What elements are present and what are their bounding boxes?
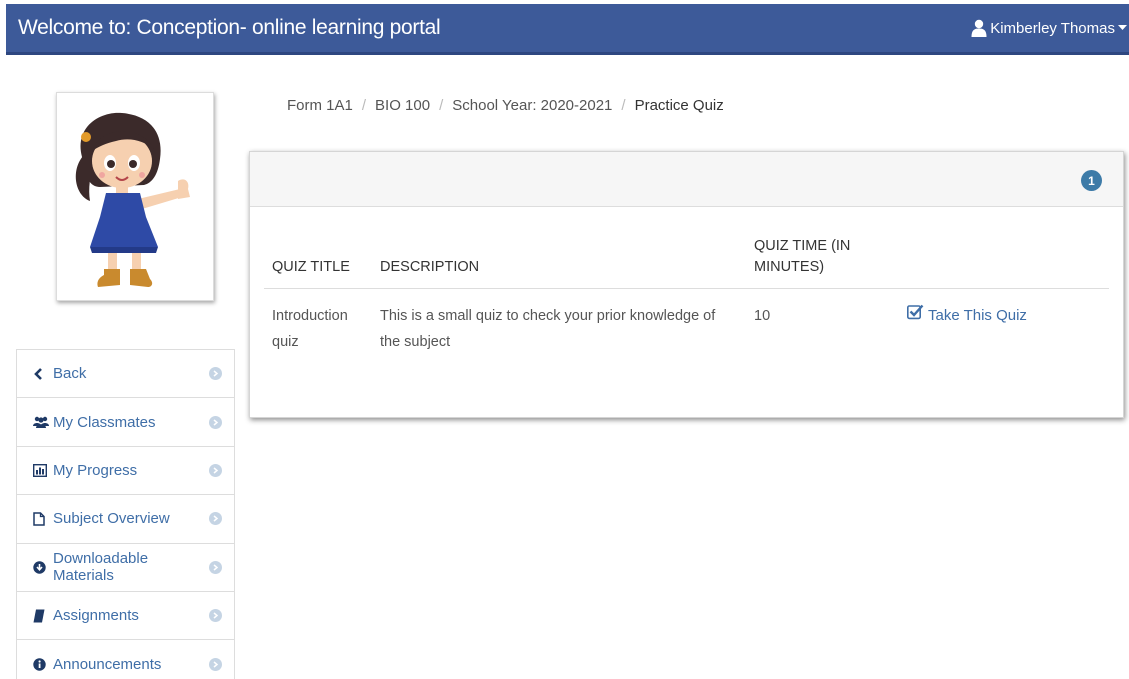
top-navbar: Welcome to: Conception- online learning … xyxy=(6,4,1129,55)
student-avatar-illustration xyxy=(75,112,190,287)
take-quiz-label: Take This Quiz xyxy=(928,307,1027,324)
table-row: Introduction quiz This is a small quiz t… xyxy=(264,289,1109,356)
take-quiz-link[interactable]: Take This Quiz xyxy=(907,303,1027,329)
breadcrumb: Form 1A1 / BIO 100 / School Year: 2020-2… xyxy=(287,97,724,114)
sidebar-item-label: Assignments xyxy=(53,607,139,625)
quiz-count-badge: 1 xyxy=(1081,170,1102,191)
user-icon xyxy=(971,19,987,37)
sidebar-nav: Back My Classmates My Progress Subject O… xyxy=(16,349,235,679)
chevron-left-icon xyxy=(33,367,53,380)
avatar xyxy=(56,92,214,301)
sidebar-item-label: My Progress xyxy=(53,461,138,479)
breadcrumb-item-form[interactable]: Form 1A1 xyxy=(287,97,353,114)
sidebar-item-subject-overview[interactable]: Subject Overview xyxy=(17,495,234,544)
info-icon xyxy=(33,657,53,671)
sidebar-item-my-progress[interactable]: My Progress xyxy=(17,447,234,496)
quiz-panel: 1 QUIZ TITLE DESCRIPTION QUIZ TIME (IN M… xyxy=(249,151,1124,418)
bar-chart-icon xyxy=(33,463,53,477)
circle-arrow-right-icon xyxy=(209,415,222,429)
quiz-action-cell: Take This Quiz xyxy=(899,289,1109,356)
column-header-action xyxy=(899,236,1109,289)
sidebar-item-label: Downloadable Materials xyxy=(53,550,149,585)
circle-arrow-right-icon xyxy=(209,463,222,477)
user-name: Kimberley Thomas xyxy=(990,19,1115,37)
users-icon xyxy=(33,416,53,429)
sidebar-item-label: My Classmates xyxy=(53,413,156,431)
circle-arrow-right-icon xyxy=(209,657,222,671)
sidebar-item-my-classmates[interactable]: My Classmates xyxy=(17,398,234,447)
sidebar-item-back[interactable]: Back xyxy=(17,350,234,399)
circle-arrow-right-icon xyxy=(209,367,222,381)
panel-header: 1 xyxy=(250,152,1123,207)
circle-arrow-right-icon xyxy=(209,512,222,526)
sidebar-item-assignments[interactable]: Assignments xyxy=(17,592,234,641)
download-icon xyxy=(33,561,53,574)
sidebar-item-downloadable-materials[interactable]: Downloadable Materials xyxy=(17,544,234,592)
caret-down-icon xyxy=(1118,25,1127,31)
sidebar-item-label: Back xyxy=(53,365,87,383)
sidebar-item-announcements[interactable]: Announcements xyxy=(17,640,234,679)
column-header-quiz-time: QUIZ TIME (IN MINUTES) xyxy=(746,236,899,289)
quiz-time-cell: 10 xyxy=(754,308,771,324)
breadcrumb-item-school-year[interactable]: School Year: 2020-2021 xyxy=(452,97,612,114)
check-square-icon xyxy=(907,303,924,329)
sidebar-item-label: Subject Overview xyxy=(53,510,170,528)
breadcrumb-separator: / xyxy=(439,97,444,114)
file-icon xyxy=(33,512,53,526)
circle-arrow-right-icon xyxy=(209,560,222,574)
column-header-quiz-title: QUIZ TITLE xyxy=(264,236,372,289)
circle-arrow-right-icon xyxy=(209,609,222,623)
sidebar-item-label: Announcements xyxy=(53,655,162,673)
breadcrumb-item-course[interactable]: BIO 100 xyxy=(375,97,430,114)
quiz-table: QUIZ TITLE DESCRIPTION QUIZ TIME (IN MIN… xyxy=(264,236,1109,355)
table-header-row: QUIZ TITLE DESCRIPTION QUIZ TIME (IN MIN… xyxy=(264,236,1109,289)
book-icon xyxy=(33,609,53,623)
quiz-description-cell: This is a small quiz to check your prior… xyxy=(380,308,716,350)
breadcrumb-separator: / xyxy=(361,97,367,114)
user-menu[interactable]: Kimberley Thomas xyxy=(971,19,1129,37)
column-header-description: DESCRIPTION xyxy=(372,236,746,289)
portal-title: Welcome to: Conception- online learning … xyxy=(18,16,441,39)
breadcrumb-separator: / xyxy=(621,97,626,114)
quiz-title-cell: Introduction quiz xyxy=(272,308,348,350)
breadcrumb-active: Practice Quiz xyxy=(634,97,724,114)
